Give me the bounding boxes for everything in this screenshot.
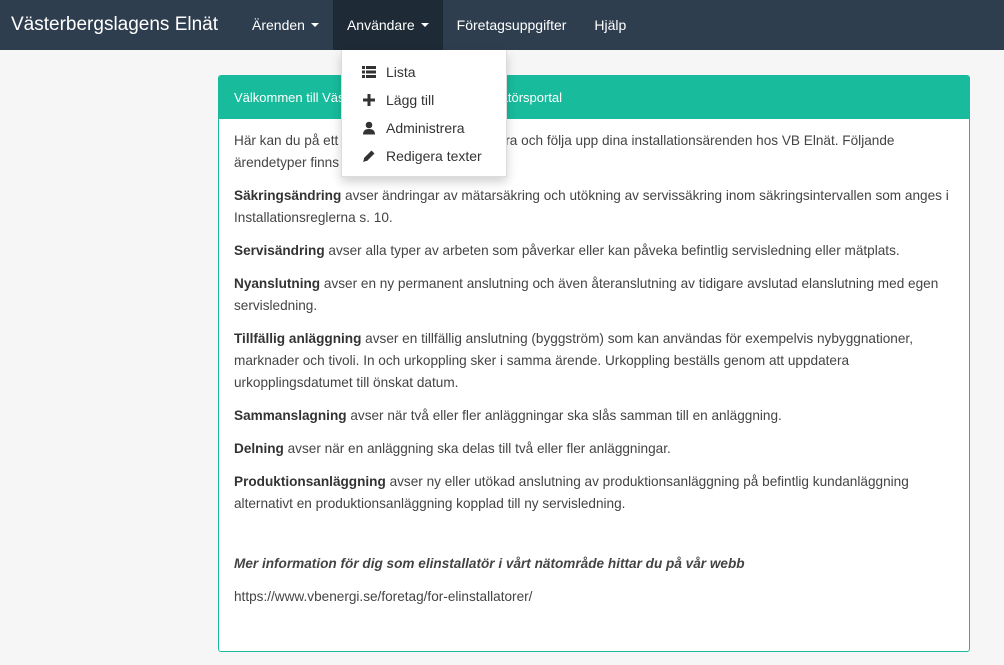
nav-anvandare[interactable]: Användare [332,0,443,50]
nav-anvandare-label: Användare [346,17,415,33]
nav-foretagsuppgifter[interactable]: Företagsuppgifter [443,0,581,50]
section-term: Tillfällig anläggning [234,331,362,346]
section-servisandring: Servisändring avser alla typer av arbete… [234,240,954,262]
more-info-text: Mer information för dig som elinstallatö… [234,556,745,571]
section-sakringsandring: Säkringsändring avser ändringar av mätar… [234,185,954,229]
menu-item-redigera-texter[interactable]: Redigera texter [342,142,506,170]
nav-foretagsuppgifter-label: Företagsuppgifter [456,17,567,33]
caret-down-icon [420,23,429,27]
section-term: Nyanslutning [234,276,321,291]
nav-arenden[interactable]: Ärenden [238,0,333,50]
section-text: avser när två eller fler anläggningar sk… [346,408,782,423]
section-text: avser en ny permanent anslutning och äve… [234,276,939,313]
nav-arenden-label: Ärenden [252,17,305,33]
section-text: avser ändringar av mätarsäkring och utök… [234,188,949,225]
section-text: avser alla typer av arbeten som påverkar… [324,243,900,258]
nav-hjalp-label: Hjälp [594,17,627,33]
section-term: Säkringsändring [234,188,342,203]
website-link[interactable]: https://www.vbenergi.se/foretag/for-elin… [234,586,954,608]
section-nyanslutning: Nyanslutning avser en ny permanent anslu… [234,273,954,317]
section-term: Delning [234,441,284,456]
section-tillfallig-anlaggning: Tillfällig anläggning avser en tillfälli… [234,328,954,394]
section-term: Sammanslagning [234,408,347,423]
menu-item-lagg-till[interactable]: Lägg till [342,86,506,114]
menu-item-label: Redigera texter [386,148,482,164]
menu-item-administrera[interactable]: Administrera [342,114,506,142]
section-text: avser när en anläggning ska delas till t… [283,441,671,456]
section-delning: Delning avser när en anläggning ska dela… [234,438,954,460]
brand-title[interactable]: Västerbergslagens Elnät [11,14,218,36]
menu-item-label: Administrera [386,120,465,136]
user-icon [362,121,376,135]
pencil-icon [362,149,376,163]
menu-item-lista[interactable]: Lista [342,58,506,86]
panel-heading: Välkommen till Västerbergslagens Elnät i… [219,76,969,119]
top-navbar: Västerbergslagens Elnät Ärenden Användar… [0,0,1004,50]
plus-icon [362,93,376,107]
caret-down-icon [310,23,319,27]
panel-body: Här kan du på ett enkelt sätt anmäla, re… [219,119,969,608]
section-term: Produktionsanläggning [234,474,386,489]
section-sammanslagning: Sammanslagning avser när två eller fler … [234,405,954,427]
section-term: Servisändring [234,243,325,258]
anvandare-dropdown-menu: Lista Lägg till Administrera Redigera te… [341,50,507,177]
menu-item-label: Lista [386,64,416,80]
section-produktionsanlaggning: Produktionsanläggning avser ny eller utö… [234,471,954,515]
menu-item-label: Lägg till [386,92,435,108]
list-icon [362,65,376,79]
welcome-panel: Välkommen till Västerbergslagens Elnät i… [218,75,970,652]
nav-hjalp[interactable]: Hjälp [580,0,640,50]
